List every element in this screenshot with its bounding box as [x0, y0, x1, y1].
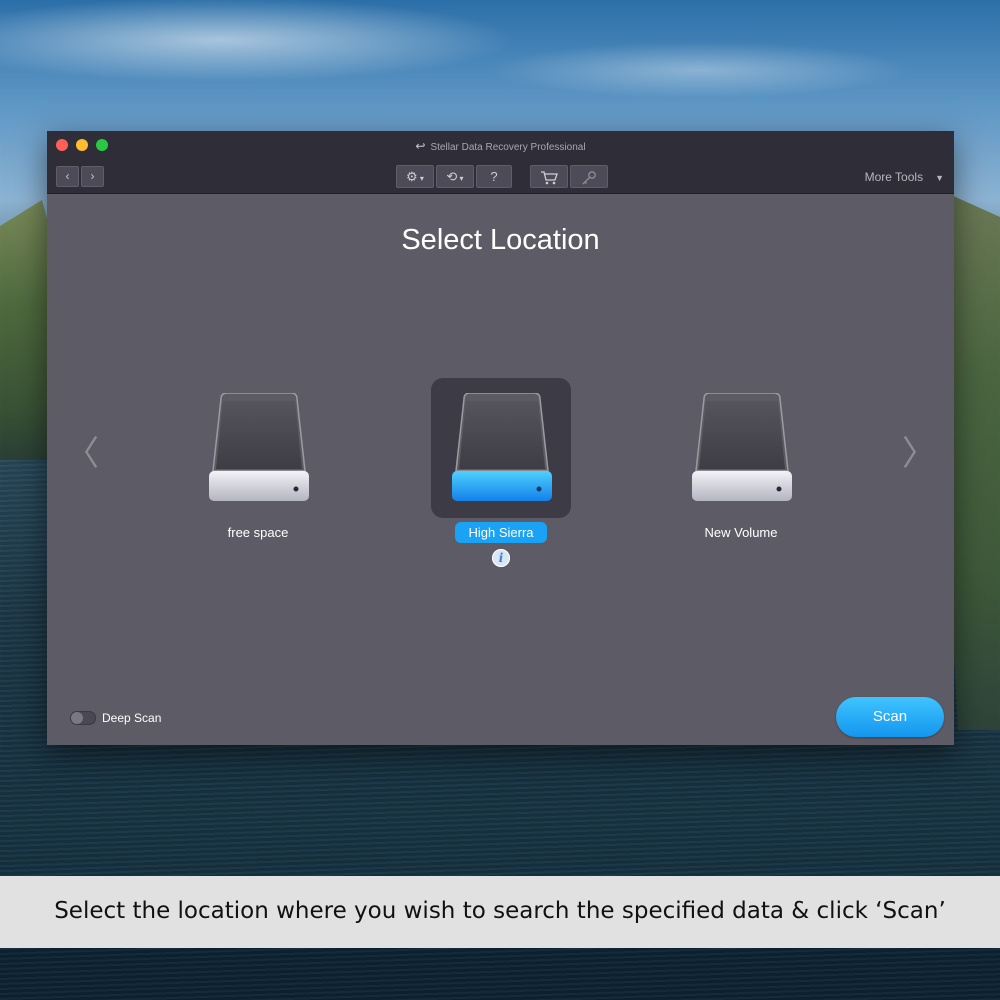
cart-button[interactable] [530, 165, 568, 188]
activate-button[interactable] [570, 165, 608, 188]
hard-drive-icon [452, 393, 552, 501]
toggle-knob [71, 712, 83, 724]
window-title-text: Stellar Data Recovery Professional [430, 142, 586, 153]
previous-page-arrow[interactable]: 〈 [65, 426, 99, 475]
help-button[interactable]: ? [476, 165, 512, 188]
caption-banner: Select the location where you wish to se… [0, 876, 1000, 948]
key-icon [582, 170, 596, 185]
hard-drive-icon [209, 393, 309, 501]
next-page-arrow[interactable]: 〉 [902, 426, 936, 475]
app-window: ↩ Stellar Data Recovery Professional ‹ › … [47, 131, 954, 745]
back-button[interactable]: ‹ [56, 166, 79, 187]
forward-button[interactable]: › [81, 166, 104, 187]
drive-icon-container [188, 378, 328, 518]
more-tools-menu[interactable]: More Tools ▼ [865, 170, 944, 184]
info-icon[interactable]: i [492, 549, 510, 567]
drive-tile-free-space[interactable]: free space [188, 378, 328, 543]
drive-tile-new-volume[interactable]: New Volume [671, 378, 811, 543]
drive-tile-high-sierra[interactable]: High Sierra i [431, 378, 571, 567]
deep-scan-toggle[interactable] [70, 711, 96, 725]
deep-scan-control: Deep Scan [70, 711, 161, 725]
window-title: ↩ Stellar Data Recovery Professional [47, 139, 954, 153]
main-content: Select Location 〈 〉 free space High Sier… [47, 194, 954, 745]
toolbar-group-store [530, 165, 608, 188]
drive-label-selected: High Sierra [455, 522, 547, 543]
drive-label: New Volume [704, 525, 778, 540]
drive-icon-container [671, 378, 811, 518]
deep-scan-label: Deep Scan [102, 711, 162, 725]
history-icon: ⟲ [446, 169, 458, 184]
title-bar: ↩ Stellar Data Recovery Professional ‹ › … [47, 131, 954, 194]
cart-icon [541, 171, 558, 185]
chevron-down-icon: ▾ [417, 174, 424, 183]
hard-drive-icon [692, 393, 792, 501]
toolbar-group-main: ⚙ ▾ ⟲ ▾ ? [396, 165, 512, 188]
settings-button[interactable]: ⚙ ▾ [396, 165, 434, 188]
caption-text: Select the location where you wish to se… [54, 898, 946, 924]
page-title: Select Location [401, 224, 600, 256]
scan-button[interactable]: Scan [836, 697, 944, 737]
wallpaper-sea-bottom [0, 948, 1000, 1000]
more-tools-label: More Tools [864, 170, 924, 184]
chevron-down-icon: ▾ [457, 174, 464, 183]
app-logo-icon: ↩ [415, 139, 426, 153]
drive-icon-container-selected [431, 378, 571, 518]
chevron-down-icon: ▼ [935, 173, 944, 183]
gear-icon: ⚙ [406, 169, 418, 184]
navigation-buttons: ‹ › [56, 166, 104, 187]
drive-label: free space [227, 525, 289, 540]
history-button[interactable]: ⟲ ▾ [436, 165, 474, 188]
